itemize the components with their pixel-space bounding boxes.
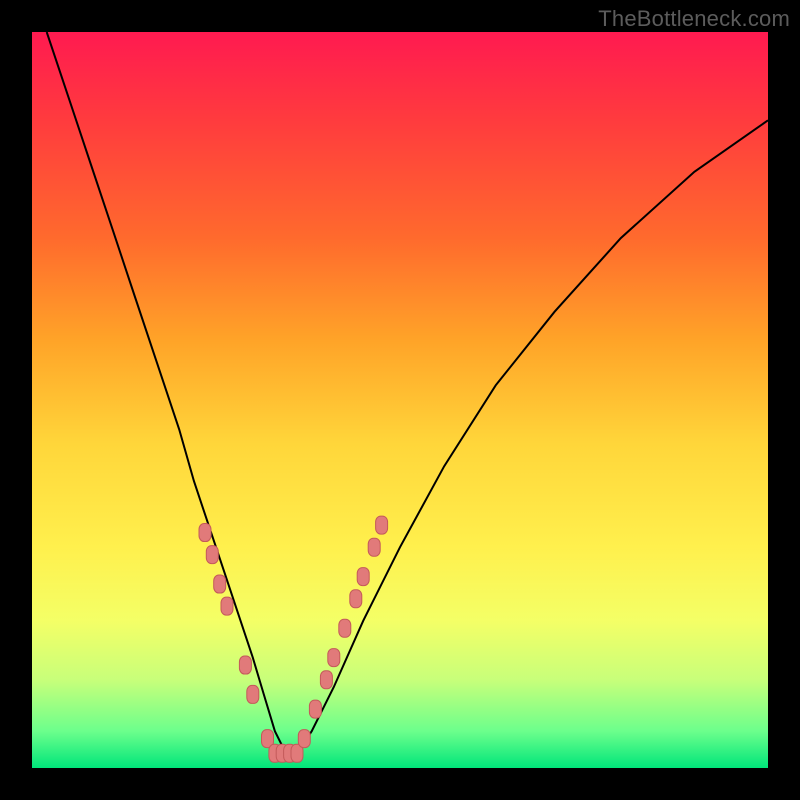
- data-marker: [214, 575, 226, 593]
- chart-svg: [32, 32, 768, 768]
- chart-frame: TheBottleneck.com: [0, 0, 800, 800]
- data-marker: [206, 546, 218, 564]
- data-marker: [239, 656, 251, 674]
- data-marker: [368, 538, 380, 556]
- data-marker: [376, 516, 388, 534]
- data-marker: [357, 568, 369, 586]
- data-marker: [221, 597, 233, 615]
- chart-plot-area: [32, 32, 768, 768]
- data-marker: [350, 590, 362, 608]
- watermark-text: TheBottleneck.com: [598, 6, 790, 32]
- bottleneck-curve: [47, 32, 768, 753]
- data-marker: [309, 700, 321, 718]
- data-marker: [247, 685, 259, 703]
- data-marker: [199, 524, 211, 542]
- data-marker: [328, 649, 340, 667]
- data-marker: [339, 619, 351, 637]
- data-marker: [320, 671, 332, 689]
- data-marker: [298, 730, 310, 748]
